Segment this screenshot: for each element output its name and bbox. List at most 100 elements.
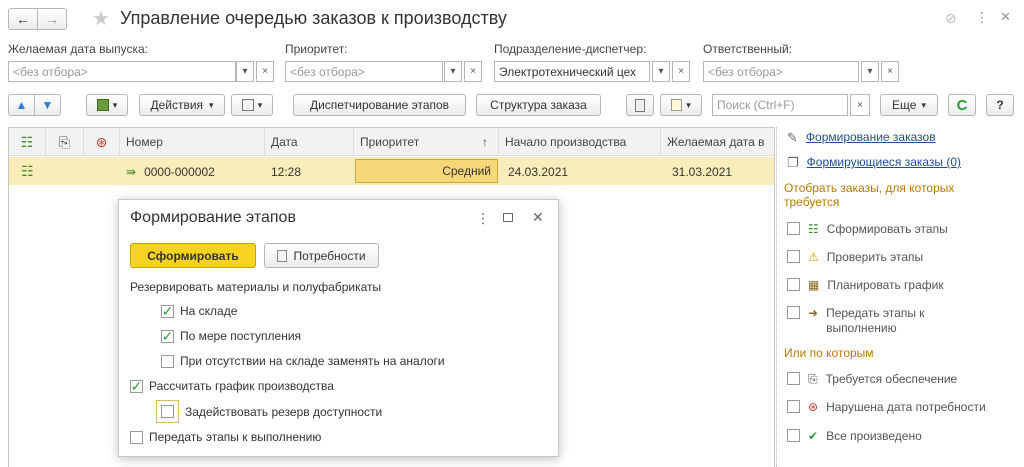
checkbox-transfer[interactable] — [130, 430, 143, 444]
col-stages-icon[interactable]: ☷ — [9, 128, 46, 156]
responsible-filter-field[interactable]: <без отбора> — [703, 61, 859, 82]
dialog-more-icon[interactable]: ⋮ — [476, 210, 490, 227]
col-priority-label: Приоритет — [360, 135, 420, 149]
document-arrow-icon: ⇛ — [126, 164, 137, 179]
link-forming-orders-label[interactable]: Формирующиеся заказы (0) — [807, 155, 961, 169]
more-label: Еще — [892, 98, 917, 112]
option-schedule-label: Рассчитать график производства — [149, 379, 334, 393]
option-in-stock-label: На складе — [180, 304, 238, 318]
col-number[interactable]: Номер — [120, 128, 265, 156]
col-provision-icon[interactable]: ⎘ — [46, 128, 84, 156]
checkbox-reserve-availability[interactable] — [161, 405, 174, 418]
report-icon — [671, 99, 683, 111]
refresh-icon: C — [956, 96, 968, 114]
priority-filter-clear[interactable]: × — [464, 61, 482, 82]
dialog-maximize-icon[interactable] — [503, 213, 513, 222]
back-button[interactable]: ← — [8, 8, 38, 30]
date-filter-dropdown[interactable]: ▾ — [236, 61, 254, 82]
checkbox-transfer-stages[interactable] — [787, 306, 800, 319]
filter-date-violated[interactable]: ⊛ Нарушена дата потребности — [787, 400, 986, 414]
list-settings-button[interactable] — [626, 94, 654, 116]
dialog-close-icon[interactable]: ✕ — [532, 209, 544, 226]
division-filter-label: Подразделение-диспетчер: — [494, 42, 647, 56]
checkbox-check-stages[interactable] — [787, 250, 800, 263]
cell-number[interactable]: ⇛ 0000-000002 — [120, 158, 265, 185]
needs-button[interactable]: Потребности — [264, 243, 379, 268]
filter-plan-schedule-label: Планировать график — [827, 278, 944, 292]
division-filter-clear[interactable]: × — [672, 61, 690, 82]
checkbox-in-stock[interactable]: ✓ — [161, 304, 174, 318]
date-filter-field[interactable]: <без отбора> — [8, 61, 236, 82]
date-filter-clear[interactable]: × — [256, 61, 274, 82]
priority-filter-dropdown[interactable]: ▾ — [444, 61, 462, 82]
search-input[interactable]: Поиск (Ctrl+F) — [712, 94, 848, 116]
filter-plan-schedule[interactable]: ▦ Планировать график — [787, 278, 944, 292]
documents-icon: ❐ — [787, 155, 799, 170]
filter-provision-required-label: Требуется обеспечение — [825, 372, 958, 386]
cell-start: 24.03.2021 — [508, 164, 569, 179]
option-in-stock[interactable]: ✓ На складе — [161, 304, 237, 318]
link-forming-orders[interactable]: ❐ Формирующиеся заказы (0) — [787, 155, 961, 171]
needs-label: Потребности — [293, 248, 366, 263]
link-icon[interactable]: ⊘ — [945, 10, 957, 27]
order-structure-button[interactable]: Структура заказа — [476, 94, 601, 116]
checkbox-date-violated[interactable] — [787, 400, 800, 413]
checkbox-provision-required[interactable] — [787, 372, 800, 385]
col-desired[interactable]: Желаемая дата в — [661, 128, 774, 156]
priority-filter-field[interactable]: <без отбора> — [285, 61, 443, 82]
stages-icon: ☷ — [21, 163, 34, 179]
option-transfer[interactable]: Передать этапы к выполнению — [130, 430, 321, 444]
actions-button[interactable]: Действия ▾ — [139, 94, 225, 116]
cell-date: 12:28 — [271, 164, 302, 179]
option-analogs[interactable]: При отсутствии на складе заменять на ана… — [161, 354, 445, 368]
move-up-button[interactable]: ▲ — [8, 94, 35, 116]
search-clear-button[interactable]: × — [850, 94, 870, 116]
filter-provision-required[interactable]: ⎘ Требуется обеспечение — [787, 372, 957, 387]
print-button[interactable]: ▾ — [231, 94, 273, 116]
right-panel-divider — [776, 127, 777, 467]
checkbox-form-stages[interactable] — [787, 222, 800, 235]
option-transfer-label: Передать этапы к выполнению — [149, 430, 322, 444]
link-order-formation[interactable]: ✎ Формирование заказов — [787, 130, 936, 146]
report-button[interactable]: ▾ — [660, 94, 702, 116]
option-analogs-label: При отсутствии на складе заменять на ана… — [180, 354, 445, 368]
more-button[interactable]: Еще ▾ — [880, 94, 938, 116]
create-based-on-button[interactable]: ▾ — [86, 94, 128, 116]
form-button[interactable]: Сформировать — [130, 243, 256, 268]
col-deadline-icon[interactable]: ⊛ — [84, 128, 120, 156]
move-down-button[interactable]: ▼ — [34, 94, 61, 116]
close-window-icon[interactable]: ✕ — [1000, 9, 1011, 25]
cell-priority[interactable]: Средний — [355, 159, 498, 183]
filter-all-produced[interactable]: ✔ Все произведено — [787, 429, 922, 443]
reserve-section-label: Резервировать материалы и полуфабрикаты — [130, 280, 382, 294]
responsible-filter-clear[interactable]: × — [881, 61, 899, 82]
division-filter-dropdown[interactable]: ▾ — [652, 61, 670, 82]
filter-transfer-stages[interactable]: ➜ Передать этапы к выполнению — [787, 306, 956, 336]
col-priority[interactable]: Приоритет ↑ — [354, 128, 499, 156]
help-button[interactable]: ? — [986, 94, 1014, 116]
col-start[interactable]: Начало производства — [499, 128, 661, 156]
dispatch-stages-button[interactable]: Диспетчирование этапов — [293, 94, 466, 116]
filter-check-stages[interactable]: ⚠ Проверить этапы — [787, 250, 923, 264]
actions-label: Действия — [150, 98, 204, 112]
forward-button[interactable]: → — [37, 8, 67, 30]
division-filter-field[interactable]: Электротехнический цех — [494, 61, 650, 82]
checkbox-analogs[interactable] — [161, 354, 174, 368]
checkbox-schedule[interactable]: ✓ — [130, 379, 143, 393]
checkbox-on-arrival[interactable]: ✓ — [161, 329, 174, 343]
col-date[interactable]: Дата — [265, 128, 354, 156]
option-reserve-availability[interactable]: Задействовать резерв доступности — [156, 400, 382, 423]
date-filter-label: Желаемая дата выпуска: — [8, 42, 148, 56]
option-schedule[interactable]: ✓ Рассчитать график производства — [130, 379, 334, 393]
clock-alert-icon: ⊛ — [808, 400, 819, 414]
provision-icon: ⎘ — [808, 372, 818, 386]
refresh-button[interactable]: C — [948, 94, 976, 116]
filter-form-stages[interactable]: ☷ Сформировать этапы — [787, 222, 948, 236]
option-on-arrival[interactable]: ✓ По мере поступления — [161, 329, 301, 343]
checkbox-plan-schedule[interactable] — [787, 278, 800, 291]
responsible-filter-dropdown[interactable]: ▾ — [861, 61, 879, 82]
favorite-star-icon[interactable]: ★ — [92, 6, 110, 31]
more-vertical-icon[interactable]: ⋮ — [975, 9, 989, 26]
checkbox-all-produced[interactable] — [787, 429, 800, 442]
link-order-formation-label[interactable]: Формирование заказов — [806, 130, 936, 144]
